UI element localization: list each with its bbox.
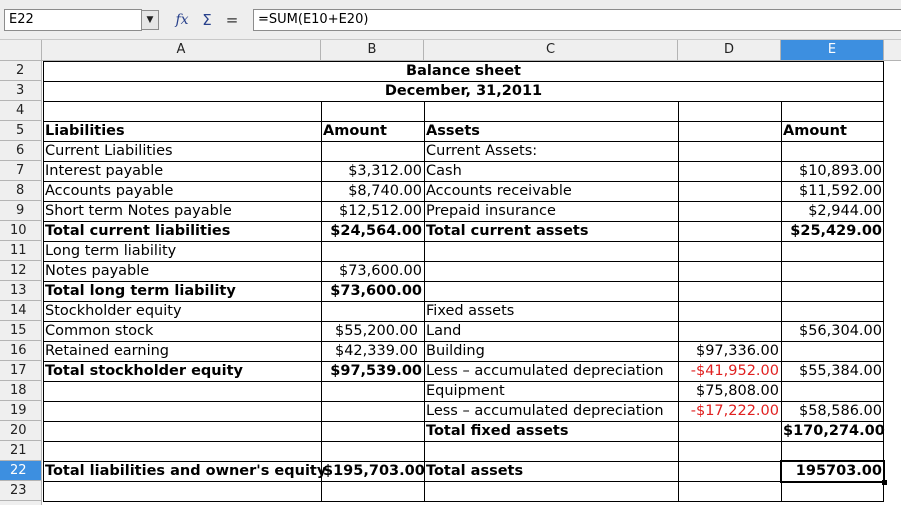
cell-c22[interactable]: Total assets <box>424 461 678 481</box>
cell-b22[interactable]: $195,703.00 <box>321 461 425 481</box>
cell-a7[interactable]: Interest payable <box>43 161 321 181</box>
row-header-15[interactable]: 15 <box>0 321 41 341</box>
row-header-6[interactable]: 6 <box>0 141 41 161</box>
chevron-down-icon: ▼ <box>146 15 154 25</box>
cell-b9[interactable]: $12,512.00 <box>321 201 424 221</box>
cell-b8[interactable]: $8,740.00 <box>321 181 424 201</box>
cell-a17[interactable]: Total stockholder equity <box>43 361 321 381</box>
row-header-4[interactable]: 4 <box>0 101 41 121</box>
row-header-7[interactable]: 7 <box>0 161 41 181</box>
spreadsheet-grid[interactable]: Balance sheet December, 31,2011 Liabilit… <box>43 61 901 505</box>
cell-e7[interactable]: $10,893.00 <box>781 161 884 181</box>
active-cell-cursor <box>780 460 885 483</box>
cell-b15[interactable]: $55,200.00 <box>321 321 424 341</box>
cell-a10[interactable]: Total current liabilities <box>43 221 321 241</box>
select-all-corner[interactable] <box>0 40 42 60</box>
column-header-b[interactable]: B <box>321 40 424 60</box>
row-header-14[interactable]: 14 <box>0 301 41 321</box>
cell-e15[interactable]: $56,304.00 <box>781 321 884 341</box>
row-header-8[interactable]: 8 <box>0 181 41 201</box>
cell-c8[interactable]: Accounts receivable <box>424 181 678 201</box>
row-header-21[interactable]: 21 <box>0 441 41 461</box>
row-header-16[interactable]: 16 <box>0 341 41 361</box>
cell-b10[interactable]: $24,564.00 <box>321 221 424 241</box>
cell-a9[interactable]: Short term Notes payable <box>43 201 321 221</box>
cell-c9[interactable]: Prepaid insurance <box>424 201 678 221</box>
cell-e20[interactable]: $170,274.00 <box>781 421 885 441</box>
cell-c6[interactable]: Current Assets: <box>424 141 678 161</box>
cell-b17[interactable]: $97,539.00 <box>321 361 424 381</box>
name-box-dropdown-button[interactable]: ▼ <box>141 10 159 30</box>
cell-d16[interactable]: $97,336.00 <box>678 341 781 361</box>
row-header-23[interactable]: 23 <box>0 481 41 501</box>
column-header-e[interactable]: E <box>781 40 884 60</box>
cell-e17[interactable]: $55,384.00 <box>781 361 884 381</box>
sheet-title[interactable]: Balance sheet <box>43 61 884 81</box>
cell-e9[interactable]: $2,944.00 <box>781 201 884 221</box>
cell-b16[interactable]: $42,339.00 <box>321 341 424 361</box>
cell-a22[interactable]: Total liabilities and owner's equity <box>43 461 326 481</box>
row-header-13[interactable]: 13 <box>0 281 41 301</box>
sum-icon[interactable]: Σ <box>197 10 217 30</box>
cell-e8[interactable]: $11,592.00 <box>781 181 884 201</box>
cell-a14[interactable]: Stockholder equity <box>43 301 321 321</box>
cell-b13[interactable]: $73,600.00 <box>321 281 424 301</box>
cell-c19[interactable]: Less – accumulated depreciation <box>424 401 678 421</box>
cell-e19[interactable]: $58,586.00 <box>781 401 884 421</box>
column-header-a[interactable]: A <box>42 40 321 60</box>
cell-a15[interactable]: Common stock <box>43 321 321 341</box>
row-header-2[interactable]: 2 <box>0 61 41 81</box>
cell-c18[interactable]: Equipment <box>424 381 678 401</box>
cell-a5[interactable]: Liabilities <box>43 121 321 141</box>
row-header-20[interactable]: 20 <box>0 421 41 441</box>
cell-b5[interactable]: Amount <box>321 121 424 141</box>
row-header-11[interactable]: 11 <box>0 241 41 261</box>
cell-a13[interactable]: Total long term liability <box>43 281 321 301</box>
formula-input[interactable]: =SUM(E10+E20) <box>253 9 901 31</box>
cell-b12[interactable]: $73,600.00 <box>321 261 424 281</box>
row-header-22[interactable]: 22 <box>0 461 41 481</box>
fill-handle[interactable] <box>882 480 887 485</box>
cell-e5[interactable]: Amount <box>781 121 884 141</box>
row-header-17[interactable]: 17 <box>0 361 41 381</box>
cell-c14[interactable]: Fixed assets <box>424 301 678 321</box>
function-wizard-icon[interactable]: 𝑓x <box>172 10 192 30</box>
row-header-3[interactable]: 3 <box>0 81 41 101</box>
row-header-12[interactable]: 12 <box>0 261 41 281</box>
row-header-5[interactable]: 5 <box>0 121 41 141</box>
cell-a12[interactable]: Notes payable <box>43 261 321 281</box>
row-header-18[interactable]: 18 <box>0 381 41 401</box>
cell-c16[interactable]: Building <box>424 341 678 361</box>
cell-c17[interactable]: Less – accumulated depreciation <box>424 361 678 381</box>
cell-b7[interactable]: $3,312.00 <box>321 161 424 181</box>
formula-bar: E22 ▼ 𝑓x Σ = =SUM(E10+E20) <box>0 0 901 40</box>
cell-a8[interactable]: Accounts payable <box>43 181 321 201</box>
row-headers: 2 3 4 5 6 7 8 9 10 11 12 13 14 15 16 17 … <box>0 61 42 505</box>
cell-c15[interactable]: Land <box>424 321 678 341</box>
row-header-9[interactable]: 9 <box>0 201 41 221</box>
cell-c7[interactable]: Cash <box>424 161 678 181</box>
row-header-19[interactable]: 19 <box>0 401 41 421</box>
cell-a11[interactable]: Long term liability <box>43 241 321 261</box>
row-header-10[interactable]: 10 <box>0 221 41 241</box>
sheet-date[interactable]: December, 31,2011 <box>43 81 884 101</box>
cell-c5[interactable]: Assets <box>424 121 678 141</box>
formula-equals-icon[interactable]: = <box>222 10 242 30</box>
cell-c10[interactable]: Total current assets <box>424 221 678 241</box>
column-header-c[interactable]: C <box>424 40 678 60</box>
cell-a16[interactable]: Retained earning <box>43 341 321 361</box>
column-headers: A B C D E <box>0 40 901 61</box>
cell-c20[interactable]: Total fixed assets <box>424 421 678 441</box>
column-header-d[interactable]: D <box>678 40 781 60</box>
cell-d18[interactable]: $75,808.00 <box>678 381 781 401</box>
cell-d19[interactable]: -$17,222.00 <box>678 401 781 421</box>
cell-d17[interactable]: -$41,952.00 <box>678 361 781 381</box>
column-header-f[interactable] <box>884 40 901 60</box>
cell-a6[interactable]: Current Liabilities <box>43 141 321 161</box>
cell-e10[interactable]: $25,429.00 <box>781 221 884 241</box>
name-box[interactable]: E22 <box>4 9 142 31</box>
